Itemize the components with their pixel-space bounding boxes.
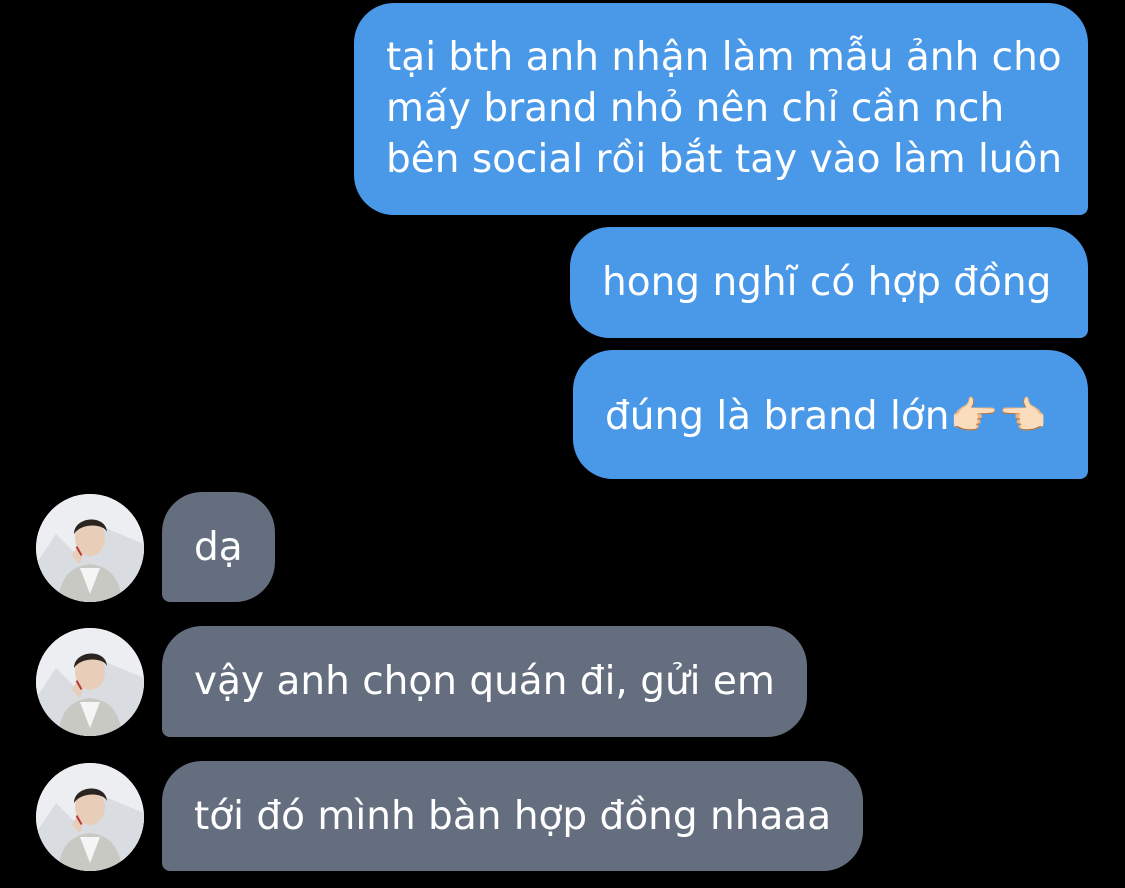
contact-avatar[interactable] [36,494,144,602]
avatar-photo-icon [36,763,144,871]
avatar-photo-icon [36,494,144,602]
sent-message-bubble[interactable]: đúng là brand lớn👉🏻👈🏻 [573,350,1088,479]
sent-message-bubble[interactable]: hong nghĩ có hợp đồng [570,227,1088,338]
contact-avatar[interactable] [36,628,144,736]
received-message-bubble[interactable]: dạ [162,492,275,602]
avatar-photo-icon [36,628,144,736]
received-message-bubble[interactable]: tới đó mình bàn hợp đồng nhaaa [162,761,864,871]
received-message-bubble[interactable]: vậy anh chọn quán đi, gửi em [162,626,807,737]
sent-message-bubble[interactable]: tại bth anh nhận làm mẫu ảnh cho mấy bra… [354,3,1088,215]
contact-avatar[interactable] [36,763,144,871]
